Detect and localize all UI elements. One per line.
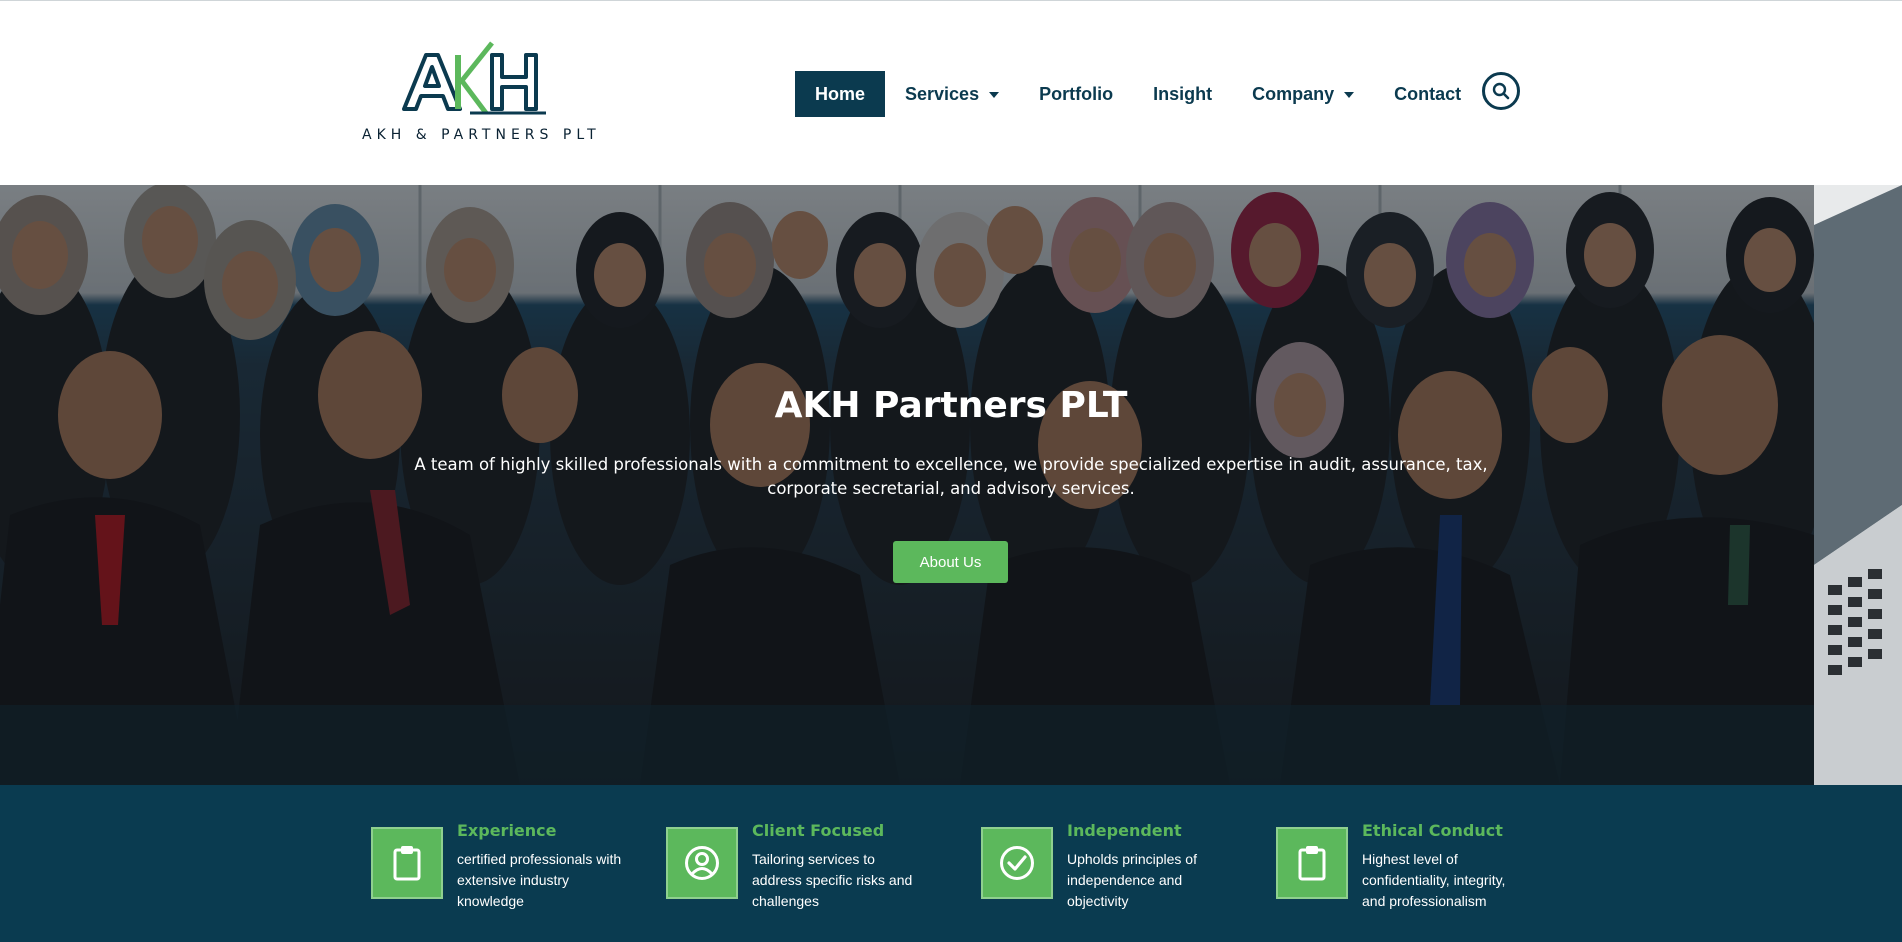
chevron-down-icon — [1344, 92, 1355, 98]
hero-section: AKH Partners PLT A team of highly skille… — [0, 185, 1902, 785]
hero-subtitle: A team of highly skilled professionals w… — [414, 455, 1488, 498]
nav-portfolio-label: Portfolio — [1039, 83, 1114, 104]
nav-home[interactable]: Home — [795, 71, 886, 117]
logo-tagline: AKH & PARTNERS PLT — [362, 127, 601, 143]
nav-insight-label: Insight — [1153, 83, 1213, 104]
feature-title: Independent — [1067, 821, 1182, 840]
feature-text: certified professionals with extensive i… — [457, 851, 622, 909]
features-band: Experience certified professionals with … — [0, 785, 1902, 942]
site-logo[interactable]: AKH & PARTNERS PLT — [360, 41, 601, 151]
nav-services[interactable]: Services — [885, 71, 1019, 117]
feature-text: Highest level of confidentiality, integr… — [1362, 851, 1506, 909]
nav-company[interactable]: Company — [1232, 71, 1374, 117]
clipboard-icon — [1298, 846, 1326, 881]
main-nav: Home Services Portfolio Insight Company … — [795, 71, 1481, 117]
laptop-photo — [1814, 185, 1902, 785]
feature-title: Ethical Conduct — [1362, 821, 1503, 840]
search-button[interactable] — [1482, 72, 1520, 110]
feature-text: Tailoring services to address specific r… — [752, 851, 913, 909]
nav-contact[interactable]: Contact — [1374, 71, 1481, 117]
feature-icon-box — [1276, 827, 1348, 899]
chevron-down-icon — [989, 92, 1000, 98]
nav-company-label: Company — [1252, 83, 1335, 104]
nav-insight[interactable]: Insight — [1133, 71, 1232, 117]
check-circle-icon — [1000, 846, 1034, 880]
nav-home-label: Home — [815, 83, 866, 104]
search-icon — [1492, 82, 1510, 100]
nav-services-label: Services — [905, 83, 980, 104]
feature-icon-box — [371, 827, 443, 899]
nav-contact-label: Contact — [1394, 83, 1462, 104]
feature-icon-box — [666, 827, 738, 899]
page: AKH & PARTNERS PLT Home Services Portfol… — [0, 0, 1902, 942]
site-header: AKH & PARTNERS PLT Home Services Portfol… — [0, 0, 1902, 185]
hero-title: AKH Partners PLT — [774, 385, 1128, 426]
feature-title: Experience — [457, 821, 557, 840]
feature-text: Upholds principles of independence and o… — [1067, 851, 1197, 909]
feature-title: Client Focused — [752, 821, 885, 840]
nav-portfolio[interactable]: Portfolio — [1019, 71, 1133, 117]
about-us-button[interactable]: About Us — [893, 541, 1008, 583]
akh-logo-mark — [402, 41, 546, 115]
feature-icon-box — [981, 827, 1053, 899]
clipboard-icon — [393, 846, 421, 881]
user-circle-icon — [685, 846, 719, 880]
